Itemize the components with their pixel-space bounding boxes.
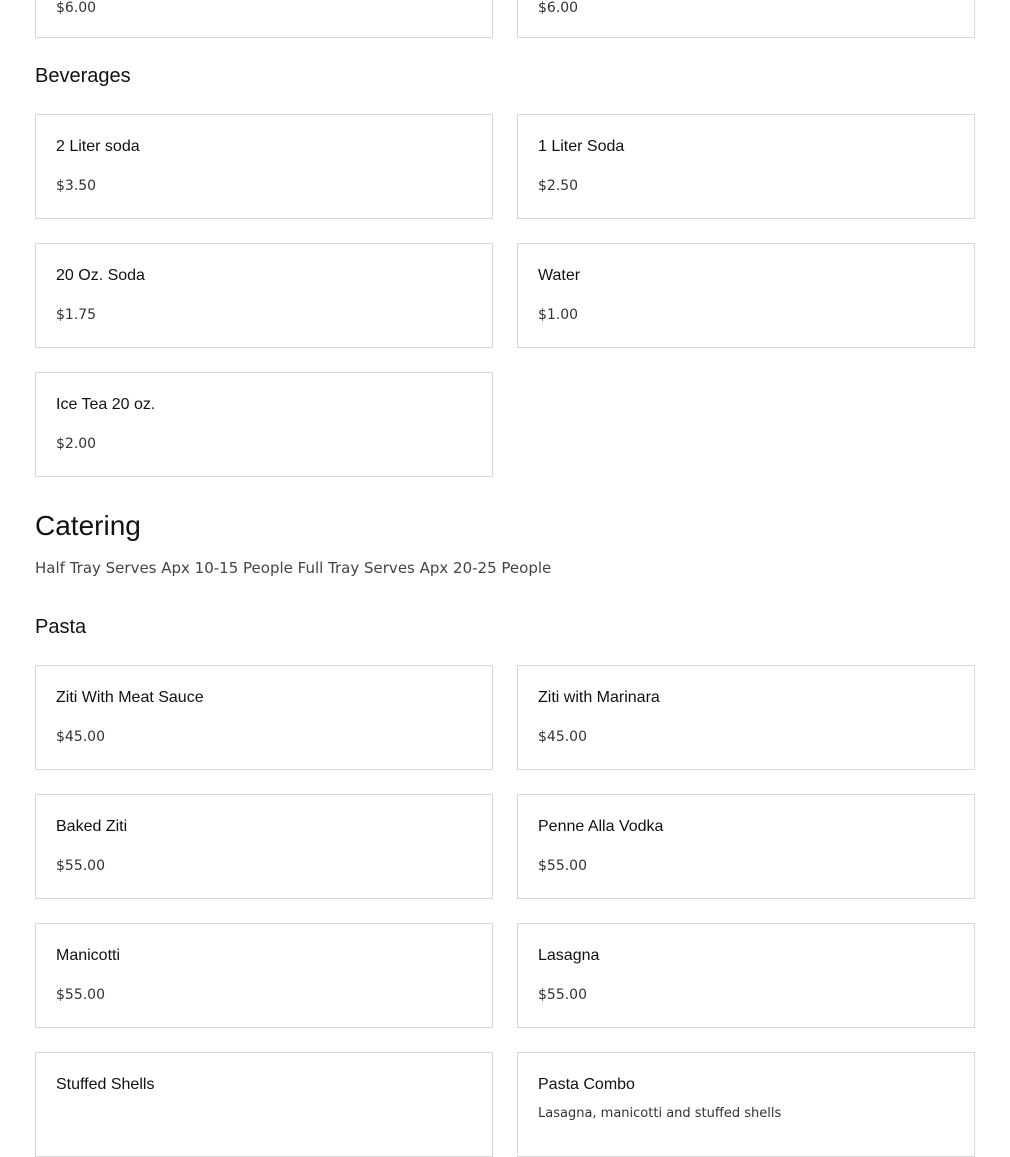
menu-item-card[interactable]: $6.00 xyxy=(35,0,493,38)
menu-item-name: Water xyxy=(538,267,581,284)
menu-item-price: $45.00 xyxy=(538,729,587,745)
menu-item-card[interactable]: 2 Liter soda $3.50 xyxy=(35,114,493,219)
menu-item-card[interactable]: Water $1.00 xyxy=(517,243,975,348)
section-title-beverages: Beverages xyxy=(35,65,131,87)
menu-item-card[interactable]: Manicotti $55.00 xyxy=(35,923,493,1028)
menu-item-card[interactable]: $6.00 xyxy=(517,0,975,38)
menu-item-price: $55.00 xyxy=(538,987,587,1003)
menu-item-name: Pasta Combo xyxy=(538,1076,635,1093)
menu-item-name: Ice Tea 20 oz. xyxy=(56,396,156,413)
section-title-pasta: Pasta xyxy=(35,616,87,638)
menu-item-price: $45.00 xyxy=(56,729,105,745)
menu-item-card[interactable]: 20 Oz. Soda $1.75 xyxy=(35,243,493,348)
menu-item-name: Lasagna xyxy=(538,947,600,964)
menu-item-name: 1 Liter Soda xyxy=(538,138,625,155)
menu-item-card[interactable]: Penne Alla Vodka $55.00 xyxy=(517,794,975,899)
menu-item-card[interactable]: Baked Ziti $55.00 xyxy=(35,794,493,899)
menu-item-price: $2.50 xyxy=(538,178,579,194)
menu-item-price: $1.75 xyxy=(56,307,97,323)
menu-item-name: Ziti with Marinara xyxy=(538,689,660,706)
menu-item-card[interactable]: Ziti with Marinara $45.00 xyxy=(517,665,975,770)
menu-title-catering: Catering xyxy=(35,510,141,541)
menu-description: Half Tray Serves Apx 10-15 People Full T… xyxy=(35,559,552,577)
menu-item-price: $3.50 xyxy=(56,178,97,194)
menu-item-card[interactable]: Ice Tea 20 oz. $2.00 xyxy=(35,372,493,477)
menu-item-card[interactable]: Stuffed Shells xyxy=(35,1052,493,1157)
menu-item-name: Ziti With Meat Sauce xyxy=(56,689,204,706)
menu-item-name: Baked Ziti xyxy=(56,818,128,835)
menu-item-name: 2 Liter soda xyxy=(56,138,140,155)
menu-item-price: $1.00 xyxy=(538,307,579,323)
menu-item-price: $55.00 xyxy=(538,858,587,874)
menu-item-price: $6.00 xyxy=(56,0,97,16)
menu-item-price: $55.00 xyxy=(56,987,105,1003)
menu-item-price: $55.00 xyxy=(56,858,105,874)
menu-item-name: 20 Oz. Soda xyxy=(56,267,145,284)
menu-item-name: Stuffed Shells xyxy=(56,1076,155,1093)
menu-item-card[interactable]: Pasta Combo Lasagna, manicotti and stuff… xyxy=(517,1052,975,1157)
menu-item-price: $2.00 xyxy=(56,436,97,452)
menu-item-card[interactable]: Lasagna $55.00 xyxy=(517,923,975,1028)
menu-item-name: Manicotti xyxy=(56,947,121,964)
menu-item-price: $6.00 xyxy=(538,0,579,16)
menu-item-card[interactable]: Ziti With Meat Sauce $45.00 xyxy=(35,665,493,770)
menu-item-name: Penne Alla Vodka xyxy=(538,818,664,835)
menu-item-card[interactable]: 1 Liter Soda $2.50 xyxy=(517,114,975,219)
menu-item-description: Lasagna, manicotti and stuffed shells xyxy=(538,1106,782,1121)
